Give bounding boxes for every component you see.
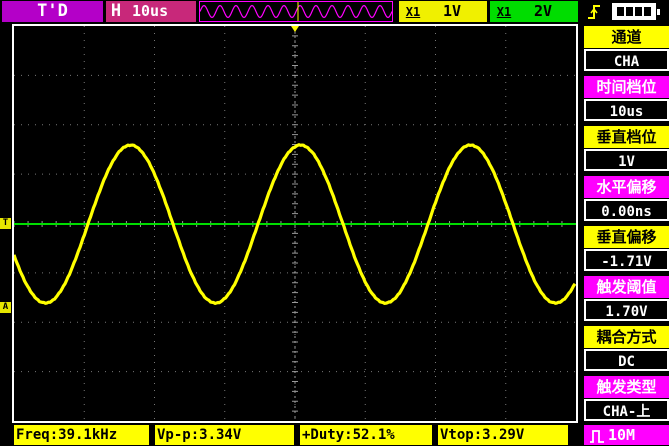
pulse-icon — [586, 425, 608, 445]
waveform-overview — [199, 1, 393, 22]
waveform-canvas — [12, 25, 577, 421]
panel-label-coupling[interactable]: 耦合方式 — [584, 326, 669, 348]
ch2-probe-label: X1 — [496, 5, 512, 19]
panel-label-vertical-scale[interactable]: 垂直档位 — [584, 126, 669, 148]
memory-depth[interactable]: 10M — [584, 425, 669, 445]
panel-value-channel: CHA — [584, 49, 669, 71]
panel-value-trigger-type: CHA-上 — [584, 399, 669, 421]
waveform-overview-icon — [199, 2, 393, 21]
ch2-volts-div: 2V — [533, 2, 553, 20]
timebase-label: H — [110, 1, 122, 21]
panel-label-timebase[interactable]: 时间档位 — [584, 76, 669, 98]
duty-readout: +Duty:52.1% — [300, 425, 432, 445]
ch1-probe-label: X1 — [405, 5, 421, 19]
vtop-readout: Vtop:3.29V — [438, 425, 568, 445]
mode-indicator[interactable]: T'D — [2, 1, 103, 22]
panel-value-coupling: DC — [584, 349, 669, 371]
memory-depth-value: 10M — [608, 426, 636, 444]
channel-a-marker[interactable]: A — [0, 302, 11, 313]
panel-value-vertical-offset: -1.71V — [584, 249, 669, 271]
battery-icon — [612, 3, 660, 20]
ch1-volts-div: 1V — [442, 2, 462, 20]
timebase-value: 10us — [132, 2, 169, 20]
timebase-indicator[interactable]: H 10us — [106, 1, 196, 22]
waveform-display[interactable] — [12, 24, 578, 423]
trigger-position-marker — [291, 26, 299, 32]
panel-value-timebase: 10us — [584, 99, 669, 121]
panel-label-trigger-type[interactable]: 触发类型 — [584, 376, 669, 398]
panel-value-horizontal-offset: 0.00ns — [584, 199, 669, 221]
panel-label-vertical-offset[interactable]: 垂直偏移 — [584, 226, 669, 248]
panel-value-trigger-threshold: 1.70V — [584, 299, 669, 321]
trigger-level-marker[interactable]: T — [0, 218, 11, 229]
vpp-readout: Vp-p:3.34V — [155, 425, 294, 445]
panel-label-horizontal-offset[interactable]: 水平偏移 — [584, 176, 669, 198]
panel-label-trigger-threshold[interactable]: 触发阈值 — [584, 276, 669, 298]
trigger-rising-edge-icon — [586, 2, 602, 22]
panel-label-channel[interactable]: 通道 — [584, 26, 669, 48]
ch1-scale[interactable]: X1 1V — [399, 1, 487, 22]
frequency-readout: Freq:39.1kHz — [14, 425, 149, 445]
ch2-scale[interactable]: X1 2V — [490, 1, 578, 22]
panel-value-vertical-scale: 1V — [584, 149, 669, 171]
